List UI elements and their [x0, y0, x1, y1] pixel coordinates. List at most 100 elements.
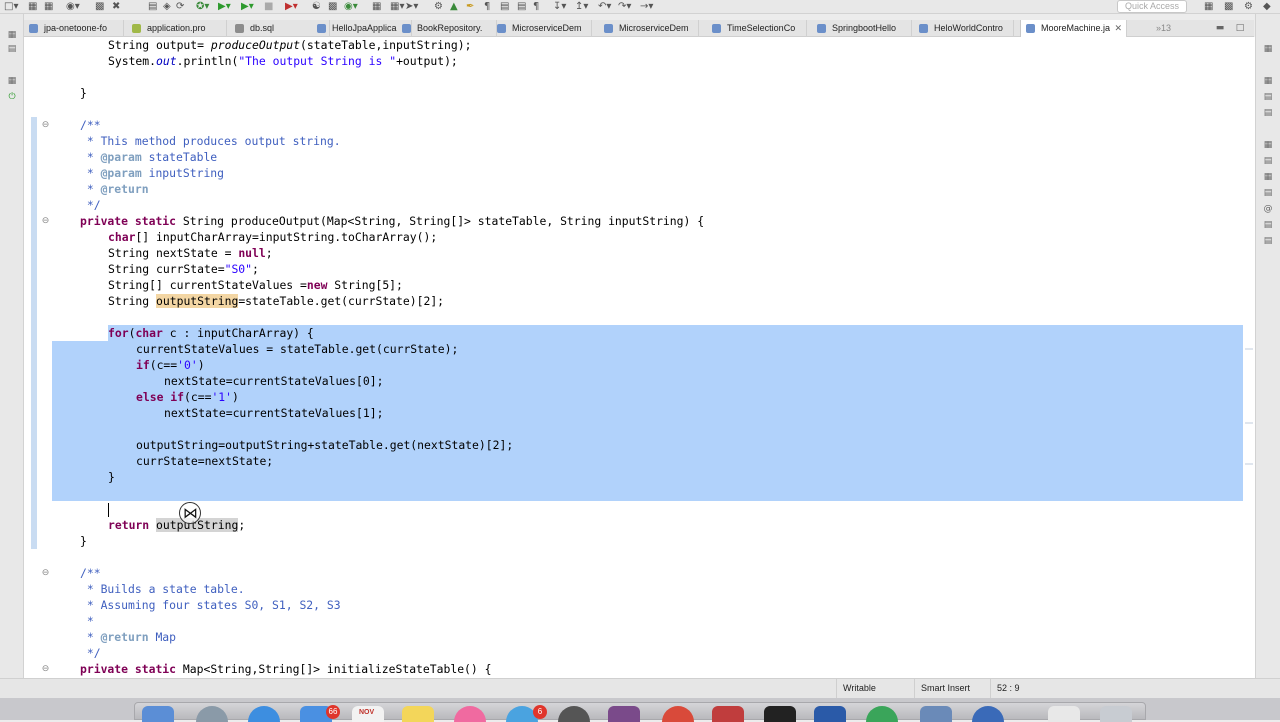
- next-annotation-icon[interactable]: ↧▾: [553, 1, 566, 13]
- code-token: ;: [238, 518, 246, 532]
- code-line: * @return Map: [80, 630, 177, 644]
- progress-icon[interactable]: ▤: [1262, 236, 1274, 247]
- refresh-icon[interactable]: ⟳: [176, 1, 184, 13]
- restore-icon[interactable]: ▦: [6, 30, 18, 41]
- javadoc-icon[interactable]: @: [1262, 204, 1274, 215]
- code-token: [] inputCharArray=inputString.toCharArra…: [135, 230, 438, 244]
- pin-editor-icon[interactable]: →▾: [640, 1, 653, 13]
- boot-dashboard-icon[interactable]: ⏻: [6, 92, 18, 103]
- block-selection-icon[interactable]: ▤: [500, 1, 509, 13]
- minimize-icon[interactable]: ▬: [1214, 23, 1226, 34]
- git-perspective-icon[interactable]: ◆: [1263, 1, 1271, 13]
- tab-overflow-indicator[interactable]: »13: [1156, 20, 1171, 37]
- save-all-icon[interactable]: ▦: [44, 1, 53, 13]
- stop-icon[interactable]: ■: [264, 1, 273, 13]
- code-token: ;: [265, 246, 273, 260]
- code-line: String[] currentStateValues =new String[…: [80, 277, 403, 293]
- task-list-icon[interactable]: ▤: [1262, 108, 1274, 119]
- tab-application-properties[interactable]: application.pro: [127, 20, 227, 37]
- external-tools-icon[interactable]: ▶▾: [285, 1, 298, 13]
- perspective-icon[interactable]: ◉▾: [66, 1, 80, 13]
- spring-icon[interactable]: ◈: [163, 1, 171, 13]
- code-token: (c==: [184, 390, 212, 404]
- restore-icon[interactable]: ▦: [1262, 140, 1274, 151]
- tab-mooremachine[interactable]: MooreMachine.ja ✕: [1020, 20, 1127, 37]
- restore-icon[interactable]: ▦: [6, 76, 18, 87]
- problems-icon[interactable]: ▤: [1262, 156, 1274, 167]
- open-perspective-icon[interactable]: ▦: [1204, 1, 1213, 13]
- java-file-icon: [604, 24, 613, 33]
- tab-springboothello[interactable]: SpringbootHello: [812, 20, 912, 37]
- code-token: =stateTable.get(currState)[2];: [238, 294, 445, 308]
- debug-perspective-icon[interactable]: ⚙: [1244, 1, 1253, 13]
- java-editor[interactable]: ⊖ ⊖ ⊖ ⊖ String output= produceOutput(sta…: [24, 37, 1255, 678]
- code-line: String currState="S0";: [80, 261, 259, 277]
- tab-jpa-onetoone[interactable]: jpa-onetoone-fo: [24, 20, 124, 37]
- console-icon[interactable]: ▤: [1262, 188, 1274, 199]
- terminal-icon[interactable]: ▩: [95, 1, 104, 13]
- new-project-icon[interactable]: ☯: [312, 1, 321, 13]
- quick-access-input[interactable]: Quick Access: [1117, 0, 1187, 13]
- code-line: * Assuming four states S0, S1, S2, S3: [80, 597, 341, 613]
- toggle-highlight-icon[interactable]: ✒: [466, 1, 474, 13]
- coverage-icon[interactable]: ▶▾: [241, 1, 254, 13]
- maximize-icon[interactable]: □: [1234, 23, 1246, 34]
- collapse-icon[interactable]: ⊖: [41, 121, 50, 130]
- debug-icon[interactable]: ✪▾: [196, 1, 209, 13]
- code-line: if(c=='0'): [80, 357, 205, 373]
- new-icon[interactable]: □▾: [4, 1, 18, 13]
- save-icon[interactable]: ▦: [28, 1, 37, 13]
- annotation-next-icon[interactable]: ⚙: [434, 1, 443, 13]
- java-perspective-icon[interactable]: ▩: [1224, 1, 1233, 13]
- tab-microservicedemo-1[interactable]: MicroserviceDem: [492, 20, 592, 37]
- java-file-icon: [919, 24, 928, 33]
- new-package-icon[interactable]: ▩: [328, 1, 337, 13]
- code-line: System.out.println("The output String is…: [80, 53, 458, 69]
- server-icon[interactable]: ▤: [148, 1, 157, 13]
- code-token: (c==: [149, 358, 178, 372]
- back-icon[interactable]: ↶▾: [598, 1, 611, 13]
- tab-timeselectioncontroller[interactable]: TimeSelectionCo: [707, 20, 807, 37]
- collapse-icon[interactable]: ⊖: [41, 217, 50, 226]
- declaration-icon[interactable]: ▤: [1262, 220, 1274, 231]
- forward-icon[interactable]: ↷▾: [618, 1, 631, 13]
- restore-icon[interactable]: ▦: [1262, 172, 1274, 183]
- code-line: * @return: [80, 182, 149, 196]
- toggle-mark-icon[interactable]: ▲: [450, 1, 458, 13]
- tab-label: BookRepository.: [417, 23, 483, 33]
- code-token: "The output String is ": [238, 54, 397, 68]
- package-explorer-icon[interactable]: ▤: [6, 44, 18, 55]
- occurrence-marker[interactable]: [1245, 463, 1253, 465]
- word-wrap-icon[interactable]: ▤: [517, 1, 526, 13]
- skip-breakpoints-icon[interactable]: ✖: [112, 1, 120, 13]
- restore-icon[interactable]: ▦: [1262, 76, 1274, 87]
- open-type-icon[interactable]: ▦: [372, 1, 381, 13]
- code-token: nextState=currentStateValues[1];: [164, 406, 384, 420]
- occurrence-marker[interactable]: [1245, 422, 1253, 424]
- change-ruler: [31, 37, 37, 678]
- code-token: String produceOutput(Map<String, String[…: [176, 214, 705, 228]
- code-token: '0': [177, 358, 198, 372]
- occurrence-marker[interactable]: [1245, 348, 1253, 350]
- open-task-icon[interactable]: ▦▾: [390, 1, 404, 13]
- tab-label: MooreMachine.ja: [1041, 23, 1111, 33]
- tab-heloworldcontroller[interactable]: HeloWorldContro: [914, 20, 1014, 37]
- code-token: char: [135, 326, 163, 340]
- tab-bookrepository[interactable]: BookRepository.: [397, 20, 497, 37]
- restore-icon[interactable]: ▦: [1262, 44, 1274, 55]
- search-icon[interactable]: ➤▾: [405, 1, 418, 13]
- toggle-breadcrumb-icon[interactable]: ¶: [533, 1, 539, 13]
- run-icon[interactable]: ▶▾: [218, 1, 231, 13]
- tab-microservicedemo-2[interactable]: MicroserviceDem: [599, 20, 699, 37]
- collapse-icon[interactable]: ⊖: [41, 665, 50, 674]
- properties-file-icon: [132, 24, 141, 33]
- collapse-icon[interactable]: ⊖: [41, 569, 50, 578]
- code-line: * Builds a state table.: [80, 581, 245, 597]
- tab-label: TimeSelectionCo: [727, 23, 796, 33]
- code-token: * Builds a state table.: [80, 582, 245, 596]
- new-class-icon[interactable]: ◉▾: [344, 1, 358, 13]
- outline-icon[interactable]: ▤: [1262, 92, 1274, 103]
- prev-annotation-icon[interactable]: ↥▾: [575, 1, 588, 13]
- show-whitespace-icon[interactable]: ¶: [484, 1, 490, 13]
- close-icon[interactable]: ✕: [1114, 20, 1122, 37]
